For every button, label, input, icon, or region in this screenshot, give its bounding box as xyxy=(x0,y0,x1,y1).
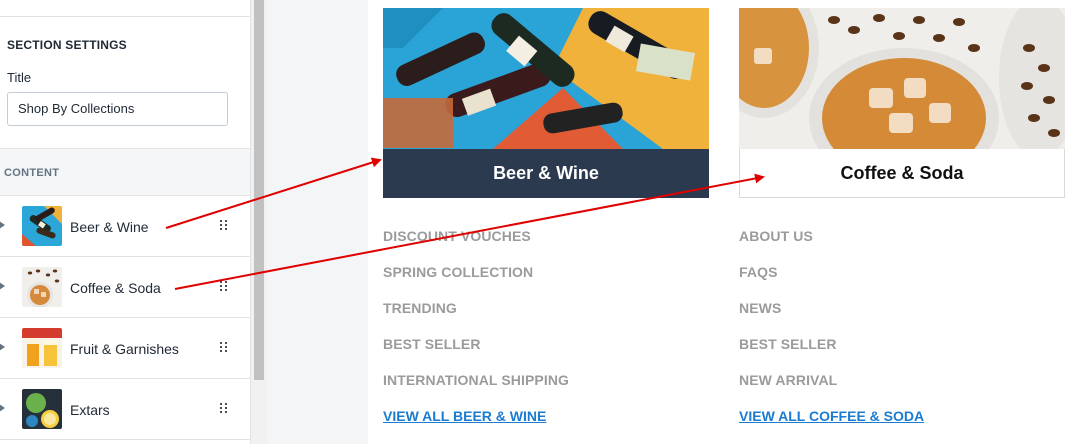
collection-link[interactable]: BEST SELLER xyxy=(383,336,683,372)
collection-card-coffee-soda[interactable]: Coffee & Soda xyxy=(739,8,1065,198)
collection-links-beer-wine: DISCOUNT VOUCHES SPRING COLLECTION TREND… xyxy=(383,228,683,424)
view-all-link[interactable]: VIEW ALL BEER & WINE xyxy=(383,408,683,424)
collection-link[interactable]: ABOUT US xyxy=(739,228,1039,264)
scrollbar-thumb[interactable] xyxy=(254,0,264,380)
collection-links-coffee-soda: ABOUT US FAQS NEWS BEST SELLER NEW ARRIV… xyxy=(739,228,1039,424)
collection-card-beer-wine[interactable]: Beer & Wine xyxy=(383,8,709,198)
sidebar-scrollbar[interactable] xyxy=(250,0,267,444)
extras-thumbnail xyxy=(22,389,62,429)
coffee-soda-thumbnail xyxy=(22,267,62,307)
collection-link[interactable]: NEWS xyxy=(739,300,1039,336)
block-label: Beer & Wine xyxy=(70,219,149,235)
title-field-label: Title xyxy=(7,70,32,85)
content-block-beer-wine[interactable]: Beer & Wine xyxy=(0,196,250,257)
expand-caret-icon[interactable] xyxy=(0,282,5,290)
collection-caption[interactable]: Coffee & Soda xyxy=(739,149,1065,198)
theme-editor-sidebar: SECTION SETTINGS Title Shop By Collectio… xyxy=(0,0,250,444)
content-section-header: CONTENT xyxy=(0,148,250,196)
collection-link[interactable]: DISCOUNT VOUCHES xyxy=(383,228,683,264)
view-all-link[interactable]: VIEW ALL COFFEE & SODA xyxy=(739,408,1039,424)
collection-link[interactable]: INTERNATIONAL SHIPPING xyxy=(383,372,683,408)
beer-wine-image[interactable] xyxy=(383,8,709,149)
collection-link[interactable]: SPRING COLLECTION xyxy=(383,264,683,300)
content-heading: CONTENT xyxy=(4,167,60,179)
collection-link[interactable]: FAQS xyxy=(739,264,1039,300)
collection-link[interactable]: TRENDING xyxy=(383,300,683,336)
drag-handle-icon[interactable] xyxy=(220,281,228,293)
collection-caption[interactable]: Beer & Wine xyxy=(383,149,709,198)
coffee-soda-image[interactable] xyxy=(739,8,1065,149)
drag-handle-icon[interactable] xyxy=(220,342,228,354)
section-settings-heading: SECTION SETTINGS xyxy=(7,38,127,52)
expand-caret-icon[interactable] xyxy=(0,221,5,229)
content-block-coffee-soda[interactable]: Coffee & Soda xyxy=(0,257,250,318)
beer-wine-thumbnail xyxy=(22,206,62,246)
divider xyxy=(0,16,250,17)
drag-handle-icon[interactable] xyxy=(220,220,228,232)
expand-caret-icon[interactable] xyxy=(0,343,5,351)
block-label: Coffee & Soda xyxy=(70,280,161,296)
drag-handle-icon[interactable] xyxy=(220,403,228,415)
content-block-extras[interactable]: Extars xyxy=(0,379,250,440)
collection-link[interactable]: NEW ARRIVAL xyxy=(739,372,1039,408)
block-label: Extars xyxy=(70,402,110,418)
block-label: Fruit & Garnishes xyxy=(70,341,179,357)
title-input[interactable]: Shop By Collections xyxy=(7,92,228,126)
store-preview: Beer & Wine Coffee & Soda DISCOUNT VOUCH… xyxy=(368,0,1079,444)
fruit-garnishes-thumbnail xyxy=(22,328,62,368)
expand-caret-icon[interactable] xyxy=(0,404,5,412)
content-block-fruit-garnishes[interactable]: Fruit & Garnishes xyxy=(0,318,250,379)
collection-link[interactable]: BEST SELLER xyxy=(739,336,1039,372)
